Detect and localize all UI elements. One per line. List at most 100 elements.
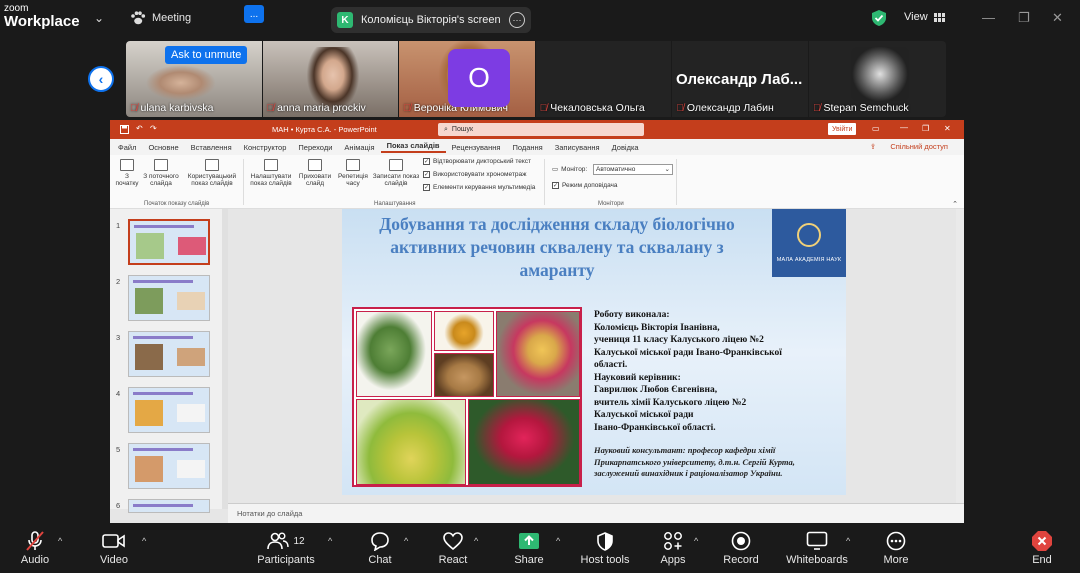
tab-help[interactable]: Довідка — [606, 143, 645, 152]
restore-icon[interactable]: ❐ — [922, 124, 929, 133]
video-button[interactable]: Video — [79, 530, 149, 566]
tab-file[interactable]: Файл — [112, 143, 142, 152]
view-label: View — [904, 11, 928, 23]
shield-check-icon[interactable] — [872, 10, 886, 26]
slide-thumbnail[interactable] — [128, 275, 210, 321]
people-icon — [267, 532, 290, 550]
host-tools-button[interactable]: Host tools — [570, 530, 640, 566]
more-button[interactable]: More — [861, 530, 931, 566]
ppt-title-bar: ↶ ↷ МАН • Курта С.А. - PowerPoint ⌕ Пошу… — [110, 120, 964, 139]
chevron-up-icon[interactable]: ^ — [846, 536, 850, 546]
participant-tile[interactable]: 🎙̸ Чекаловська Ольга — [535, 41, 673, 117]
share-label: Share — [514, 554, 544, 566]
close-icon[interactable]: ✕ — [1052, 10, 1063, 26]
share-access-button[interactable]: ⇪ Спільний доступ — [864, 142, 954, 151]
record-button[interactable]: Record — [706, 530, 776, 566]
ppt-search-box[interactable]: ⌕ Пошук — [438, 123, 644, 136]
tab-view[interactable]: Подання — [506, 143, 548, 152]
from-current-button[interactable]: З поточного слайда — [140, 159, 182, 188]
participant-tile[interactable]: 🎙̸ Stepan Semchuck — [808, 41, 946, 117]
view-button[interactable]: View — [904, 11, 945, 23]
chevron-up-icon[interactable]: ^ — [328, 536, 332, 546]
slide-thumbnail[interactable] — [128, 499, 210, 513]
monitor-select[interactable]: Автоматично ⌄ — [593, 164, 673, 175]
monitor-row: ▭ Монітор: — [552, 165, 587, 174]
record-show-button[interactable]: Записати показ слайдів — [370, 159, 422, 188]
chevron-up-icon[interactable]: ^ — [404, 536, 408, 546]
share-screen-icon — [519, 533, 539, 549]
slide-canvas[interactable]: Добування та дослідження складу біологіч… — [342, 209, 846, 495]
mic-off-icon: 🎙̸ — [539, 102, 548, 114]
redo-icon[interactable]: ↷ — [150, 124, 157, 133]
slide-thumbnail[interactable] — [128, 387, 210, 433]
participant-tile[interactable]: 🎙̸ anna maria prockiv — [262, 41, 400, 117]
audio-label: Audio — [20, 554, 50, 566]
presenter-view-checkbox[interactable]: ✓ Режим доповідача — [552, 182, 618, 189]
setup-show-button[interactable]: Налаштувати показ слайдів — [246, 159, 296, 188]
thumbnails-scrollbar[interactable] — [222, 209, 228, 509]
narration-checkbox[interactable]: ✓ Відтворювати дикторський текст — [423, 158, 531, 165]
slide-thumbnail[interactable] — [128, 443, 210, 489]
ribbon-slideshow: З початку З поточного слайда Користуваць… — [110, 155, 964, 209]
tab-insert[interactable]: Вставлення — [185, 143, 238, 152]
chevron-up-icon[interactable]: ^ — [694, 536, 698, 546]
tab-transitions[interactable]: Переходи — [292, 143, 338, 152]
participant-more-button[interactable]: ... — [244, 5, 264, 23]
chevron-up-icon[interactable]: ^ — [474, 536, 478, 546]
thumb-number: 4 — [116, 389, 121, 398]
share-icon: ⇪ — [869, 142, 877, 151]
rehearse-button[interactable]: Репетиція часу — [336, 159, 370, 188]
heart-icon — [443, 532, 463, 551]
avatar — [850, 47, 909, 101]
whiteboard-icon — [806, 531, 828, 550]
shared-powerpoint-window: ↶ ↷ МАН • Курта С.А. - PowerPoint ⌕ Пошу… — [110, 120, 964, 523]
screen-share-indicator[interactable]: K Коломієць Вікторія's screen ··· — [331, 7, 531, 33]
close-icon[interactable]: ✕ — [944, 124, 951, 133]
author-line: вчитель хімії Калуського ліцею №2 — [594, 397, 747, 408]
author-line: Роботу виконала: — [594, 310, 670, 320]
tab-slideshow[interactable]: Показ слайдів — [380, 141, 446, 153]
mic-off-icon: 🎙̸ — [266, 102, 275, 114]
slideshow-current-icon — [154, 159, 168, 171]
slide-thumbnail[interactable] — [128, 331, 210, 377]
author-line: Гаврилюк Любов Євгенівна, — [594, 385, 718, 395]
slide-thumbnail[interactable] — [128, 219, 210, 265]
restore-icon[interactable]: ❐ — [1018, 10, 1030, 26]
strip-prev-button[interactable]: ‹ — [88, 66, 114, 92]
slide-scrollbar[interactable] — [956, 209, 964, 503]
tab-home[interactable]: Основне — [142, 143, 184, 152]
participants-button[interactable]: 12 Participants — [251, 530, 321, 566]
chevron-up-icon[interactable]: ^ — [556, 536, 560, 546]
share-screen-button[interactable]: Share — [494, 530, 564, 566]
whiteboards-button[interactable]: Whiteboards — [782, 530, 852, 566]
avatar: O — [448, 49, 510, 107]
notes-pane[interactable]: Нотатки до слайда — [228, 503, 964, 523]
chevron-up-icon[interactable]: ^ — [58, 536, 62, 546]
minimize-icon[interactable]: — — [900, 123, 908, 132]
setup-show-label: Налаштувати показ слайдів — [250, 173, 292, 188]
minimize-icon[interactable]: — — [982, 10, 995, 25]
tab-animations[interactable]: Анімація — [338, 143, 380, 152]
undo-icon[interactable]: ↶ — [136, 124, 143, 133]
sign-in-button[interactable]: Увійти — [828, 123, 857, 135]
hide-slide-button[interactable]: Приховати слайд — [296, 159, 334, 188]
chevron-down-icon[interactable]: ⌄ — [94, 11, 104, 25]
media-checkbox[interactable]: ✓ Елементи керування мультимедіа — [423, 184, 535, 191]
ask-to-unmute-button[interactable]: Ask to unmute — [165, 46, 248, 64]
ribbon-display-icon[interactable]: ▭ — [872, 124, 880, 133]
chevron-up-icon[interactable]: ^ — [142, 536, 146, 546]
tab-review[interactable]: Рецензування — [446, 143, 507, 152]
collapse-ribbon-icon[interactable]: ⌃ — [952, 200, 958, 208]
more-options-icon[interactable]: ··· — [509, 12, 525, 28]
tab-recording[interactable]: Записування — [549, 143, 606, 152]
thumb-number: 1 — [116, 221, 121, 230]
timings-checkbox[interactable]: ✓ Використовувати хронометраж — [423, 171, 526, 178]
tab-design[interactable]: Конструктор — [238, 143, 293, 152]
end-meeting-button[interactable]: End — [1007, 530, 1077, 566]
participant-name: Stepan Semchuck — [823, 102, 909, 114]
zoom-logo[interactable]: zoom Workplace — [4, 4, 80, 30]
custom-show-button[interactable]: Користувацький показ слайдів — [184, 159, 240, 188]
meeting-menu[interactable]: Meeting — [130, 11, 191, 25]
from-start-button[interactable]: З початку — [114, 159, 140, 188]
save-icon[interactable] — [120, 125, 129, 134]
